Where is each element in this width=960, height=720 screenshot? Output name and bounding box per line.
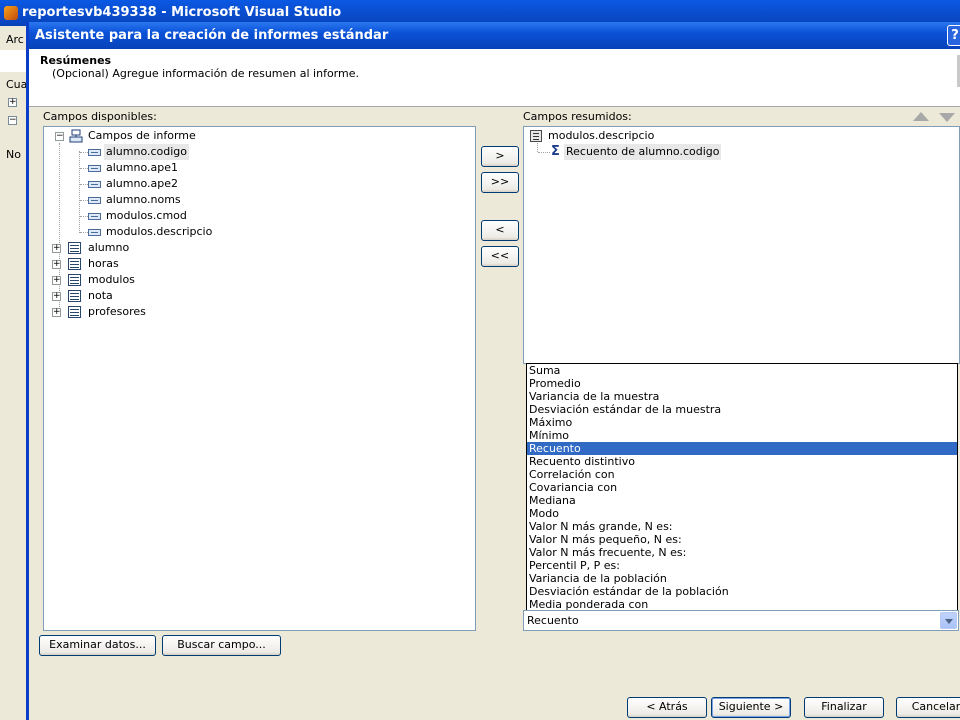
tree-node-group[interactable]: modulos.descripcio: [524, 128, 954, 144]
expand-icon[interactable]: +: [52, 260, 61, 269]
summary-function-option[interactable]: Desviación estándar de la población: [527, 585, 957, 598]
tree-node-label: nota: [88, 289, 113, 302]
report-wizard-dialog: Asistente para la creación de informes e…: [26, 22, 960, 720]
back-button[interactable]: < Atrás: [627, 697, 707, 718]
finish-button[interactable]: Finalizar: [804, 697, 884, 718]
field-icon: [88, 229, 101, 236]
expand-icon[interactable]: +: [52, 276, 61, 285]
summary-function-option[interactable]: Correlación con: [527, 468, 957, 481]
summary-function-option[interactable]: Mínimo: [527, 429, 957, 442]
summarized-fields-tree[interactable]: modulos.descripcio Σ Recuento de alumno.…: [523, 126, 960, 364]
summary-function-option[interactable]: Valor N más grande, N es:: [527, 520, 957, 533]
summary-function-option[interactable]: Variancia de la muestra: [527, 390, 957, 403]
summarized-fields-label: Campos resumidos:: [523, 110, 632, 123]
tree-node-field[interactable]: alumno.codigo: [44, 144, 464, 160]
step-title: Resúmenes: [40, 54, 112, 67]
summary-function-option[interactable]: Suma: [527, 364, 957, 377]
tree-node-field[interactable]: modulos.cmod: [44, 208, 464, 224]
expand-icon[interactable]: +: [52, 308, 61, 317]
field-icon: [88, 149, 101, 156]
tree-node-field[interactable]: alumno.ape2: [44, 176, 464, 192]
cancel-button[interactable]: Cancelar: [896, 697, 960, 718]
table-icon: [68, 306, 81, 318]
tree-node-label: profesores: [88, 305, 146, 318]
table-icon: [68, 290, 81, 302]
available-fields-label: Campos disponibles:: [43, 110, 157, 123]
step-subtitle: (Opcional) Agregue información de resume…: [52, 67, 359, 80]
combo-value: Recuento: [527, 614, 579, 627]
table-icon: [68, 242, 81, 254]
group-icon: [530, 130, 542, 142]
summary-function-option[interactable]: Valor N más frecuente, N es:: [527, 546, 957, 559]
report-fields-icon: [69, 129, 83, 143]
move-up-icon[interactable]: [913, 112, 929, 121]
tree-node-label: modulos.descripcio: [106, 225, 213, 238]
tree-node-label: Recuento de alumno.codigo: [564, 144, 722, 160]
tree-node-label: alumno.codigo: [104, 144, 190, 160]
remove-all-fields-button[interactable]: <<: [481, 246, 519, 267]
summary-function-option[interactable]: Recuento distintivo: [527, 455, 957, 468]
wizard-header: Resúmenes (Opcional) Agregue información…: [29, 49, 960, 107]
tree-node-field[interactable]: alumno.ape1: [44, 160, 464, 176]
summary-function-list[interactable]: Suma Promedio Variancia de la muestra Desvi…: [526, 363, 958, 612]
chevron-down-icon[interactable]: [940, 612, 957, 629]
dialog-titlebar: Asistente para la creación de informes e…: [29, 22, 960, 49]
add-all-fields-button[interactable]: >>: [481, 172, 519, 193]
dialog-title: Asistente para la creación de informes e…: [35, 28, 389, 43]
tree-node-label: modulos.cmod: [106, 209, 187, 222]
remove-field-button[interactable]: <: [481, 220, 519, 241]
summary-function-option[interactable]: Máximo: [527, 416, 957, 429]
find-field-button[interactable]: Buscar campo...: [162, 635, 281, 656]
move-down-icon[interactable]: [939, 113, 955, 122]
summary-function-option[interactable]: Promedio: [527, 377, 957, 390]
summary-function-option[interactable]: Variancia de la población: [527, 572, 957, 585]
visual-studio-logo-icon: [4, 6, 18, 20]
add-field-button[interactable]: >: [481, 146, 519, 167]
browse-data-button[interactable]: Examinar datos...: [39, 635, 156, 656]
tree-node-label: alumno.noms: [106, 193, 181, 206]
help-button[interactable]: ?: [947, 25, 960, 46]
tree-node-table[interactable]: + profesores: [44, 304, 464, 320]
tree-node-label: alumno.ape2: [106, 177, 178, 190]
table-icon: [68, 258, 81, 270]
tree-node-label: alumno.ape1: [106, 161, 178, 174]
tree-node-table[interactable]: + alumno: [44, 240, 464, 256]
summary-function-option[interactable]: Covariancia con: [527, 481, 957, 494]
tree-node-report-fields[interactable]: − Campos de informe: [44, 128, 464, 144]
tree-node-label: modulos: [88, 273, 135, 286]
tree-node-label: Campos de informe: [88, 129, 196, 142]
tree-node-summary[interactable]: Σ Recuento de alumno.codigo: [524, 144, 954, 160]
vs-collapse-icon[interactable]: −: [8, 116, 17, 125]
summary-function-option[interactable]: Desviación estándar de la muestra: [527, 403, 957, 416]
tree-node-label: alumno: [88, 241, 130, 254]
tree-node-field[interactable]: alumno.noms: [44, 192, 464, 208]
sigma-icon: Σ: [551, 144, 560, 159]
summary-function-option[interactable]: Recuento: [527, 442, 957, 455]
vs-window-title: reportesvb439338 - Microsoft Visual Stud…: [22, 5, 342, 20]
next-button[interactable]: Siguiente >: [711, 697, 791, 718]
summary-function-option[interactable]: Valor N más pequeño, N es:: [527, 533, 957, 546]
field-icon: [88, 181, 101, 188]
tree-node-label: modulos.descripcio: [548, 129, 655, 142]
summary-function-option[interactable]: Modo: [527, 507, 957, 520]
tree-node-label: horas: [88, 257, 119, 270]
vs-expand-icon[interactable]: +: [8, 98, 17, 107]
summary-function-combo[interactable]: Recuento: [523, 610, 959, 631]
summary-function-option[interactable]: Mediana: [527, 494, 957, 507]
summary-function-option[interactable]: Percentil P, P es:: [527, 559, 957, 572]
field-icon: [88, 165, 101, 172]
tree-node-table[interactable]: + horas: [44, 256, 464, 272]
available-fields-tree[interactable]: − Campos de informe alumno.codigo alumno…: [43, 126, 476, 631]
collapse-icon[interactable]: −: [55, 132, 64, 141]
field-icon: [88, 213, 101, 220]
expand-icon[interactable]: +: [52, 292, 61, 301]
tree-node-table[interactable]: + nota: [44, 288, 464, 304]
table-icon: [68, 274, 81, 286]
expand-icon[interactable]: +: [52, 244, 61, 253]
field-icon: [88, 197, 101, 204]
tree-node-field[interactable]: modulos.descripcio: [44, 224, 464, 240]
tree-node-table[interactable]: + modulos: [44, 272, 464, 288]
